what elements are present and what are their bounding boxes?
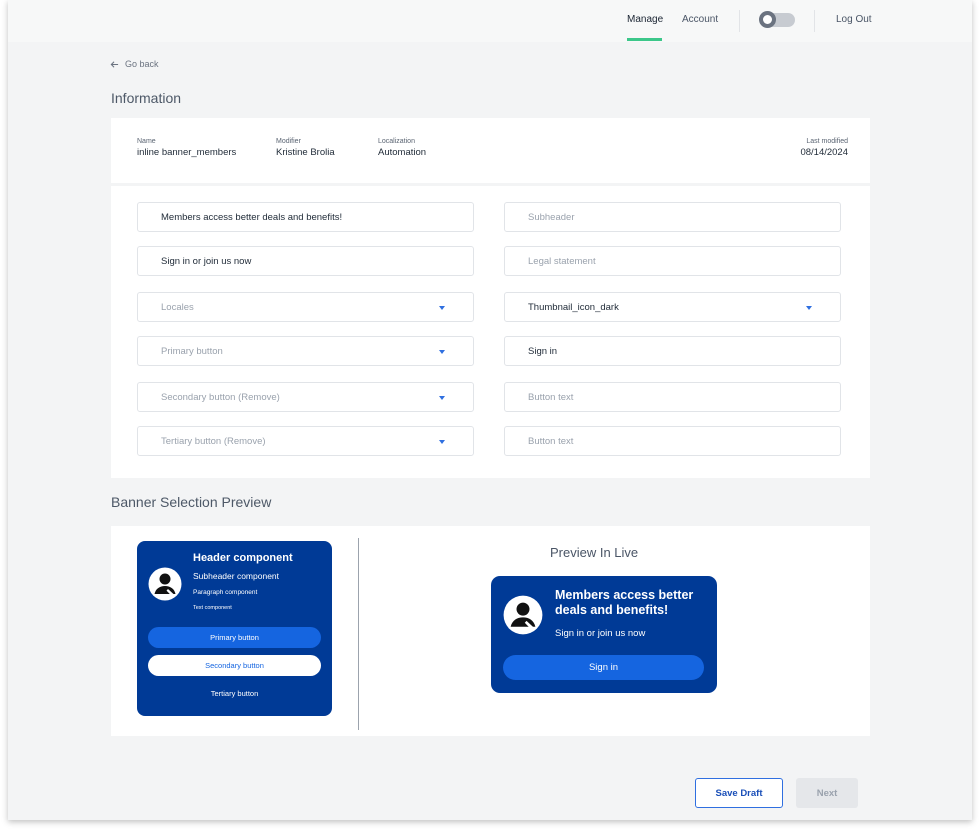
live-header: Members access better deals and benefits…	[555, 588, 694, 617]
save-draft-button[interactable]: Save Draft	[695, 778, 783, 808]
toggle-knob	[759, 11, 776, 28]
secondary-button-text-placeholder: Button text	[528, 391, 574, 403]
user-avatar-icon	[148, 567, 182, 601]
go-back-label: Go back	[125, 59, 159, 69]
legal-statement-input[interactable]: Legal statement	[504, 246, 841, 276]
arrow-left-icon	[110, 60, 119, 68]
caret-down-icon	[806, 306, 812, 310]
thumbnail-value: Thumbnail_icon_dark	[528, 301, 619, 313]
name-label: Name	[137, 138, 156, 145]
caret-down-icon	[439, 306, 445, 310]
header-input-value: Members access better deals and benefits…	[161, 211, 343, 223]
nav-divider	[739, 10, 740, 32]
nav-manage[interactable]: Manage	[627, 14, 663, 25]
primary-button-select[interactable]: Primary button	[137, 336, 474, 366]
template-header: Header component	[193, 552, 293, 564]
tertiary-button-select[interactable]: Tertiary button (Remove)	[137, 426, 474, 456]
live-subheader: Sign in or join us now	[555, 628, 646, 639]
meta-last-modified: Last modified 08/14/2024	[800, 138, 848, 158]
modifier-label: Modifier	[276, 138, 301, 145]
tertiary-button-placeholder: Tertiary button (Remove)	[161, 435, 266, 447]
template-text: Text component	[193, 605, 232, 611]
form-card: Members access better deals and benefits…	[111, 186, 870, 478]
tertiary-button-text-input[interactable]: Button text	[504, 426, 841, 456]
primary-button-text-input[interactable]: Sign in	[504, 336, 841, 366]
theme-toggle[interactable]	[759, 11, 795, 28]
banner-preview-title: Banner Selection Preview	[111, 494, 272, 510]
meta-localization: Localization Automation	[378, 138, 426, 158]
header-input[interactable]: Members access better deals and benefits…	[137, 202, 474, 232]
preview-divider	[358, 538, 359, 730]
locales-placeholder: Locales	[161, 301, 194, 313]
nav-active-indicator	[627, 38, 662, 41]
preview-card: Header component Subheader component Par…	[111, 526, 870, 736]
legal-statement-placeholder: Legal statement	[528, 255, 596, 267]
logout-link[interactable]: Log Out	[836, 14, 872, 25]
next-button[interactable]: Next	[796, 778, 858, 808]
top-nav: Manage Account Log Out	[8, 0, 972, 42]
live-sign-in-button[interactable]: Sign in	[503, 655, 704, 680]
tertiary-button-text-placeholder: Button text	[528, 435, 574, 447]
secondary-button-placeholder: Secondary button (Remove)	[161, 391, 280, 403]
banner-live-preview: Members access better deals and benefits…	[491, 576, 717, 693]
template-secondary-button: Secondary button	[148, 655, 321, 676]
caret-down-icon	[439, 440, 445, 444]
user-avatar-icon	[503, 595, 543, 635]
caret-down-icon	[439, 396, 445, 400]
localization-value: Automation	[378, 147, 427, 158]
template-tertiary-button: Tertiary button	[210, 689, 259, 698]
meta-name: Name inline banner_members	[137, 138, 236, 158]
primary-button-placeholder: Primary button	[161, 345, 223, 357]
information-card: Name inline banner_members Modifier Kris…	[111, 118, 870, 183]
localization-label: Localization	[378, 138, 415, 145]
banner-template-preview: Header component Subheader component Par…	[137, 541, 332, 716]
template-primary-button: Primary button	[148, 627, 321, 648]
information-title: Information	[111, 90, 182, 106]
live-preview-title: Preview In Live	[550, 545, 639, 560]
go-back-link[interactable]: Go back	[110, 59, 159, 69]
last-modified-value: 08/14/2024	[800, 147, 848, 158]
secondary-button-select[interactable]: Secondary button (Remove)	[137, 382, 474, 412]
subheader-input[interactable]: Subheader	[504, 202, 841, 232]
paragraph-input-value: Sign in or join us now	[161, 255, 252, 267]
thumbnail-select[interactable]: Thumbnail_icon_dark	[504, 292, 841, 322]
template-subheader: Subheader component	[193, 571, 280, 581]
template-paragraph: Paragraph component	[193, 589, 258, 596]
secondary-button-text-input[interactable]: Button text	[504, 382, 841, 412]
primary-button-text-value: Sign in	[528, 345, 558, 357]
modifier-value: Kristine Brolia	[276, 147, 335, 158]
subheader-placeholder: Subheader	[528, 211, 575, 223]
paragraph-input[interactable]: Sign in or join us now	[137, 246, 474, 276]
locales-select[interactable]: Locales	[137, 292, 474, 322]
nav-account[interactable]: Account	[682, 14, 718, 25]
caret-down-icon	[439, 350, 445, 354]
app-frame: Manage Account Log Out Go back Informati…	[8, 0, 972, 820]
meta-modifier: Modifier Kristine Brolia	[276, 138, 335, 158]
last-modified-label: Last modified	[806, 138, 848, 145]
name-value: inline banner_members	[137, 147, 237, 158]
nav-divider	[814, 10, 815, 32]
